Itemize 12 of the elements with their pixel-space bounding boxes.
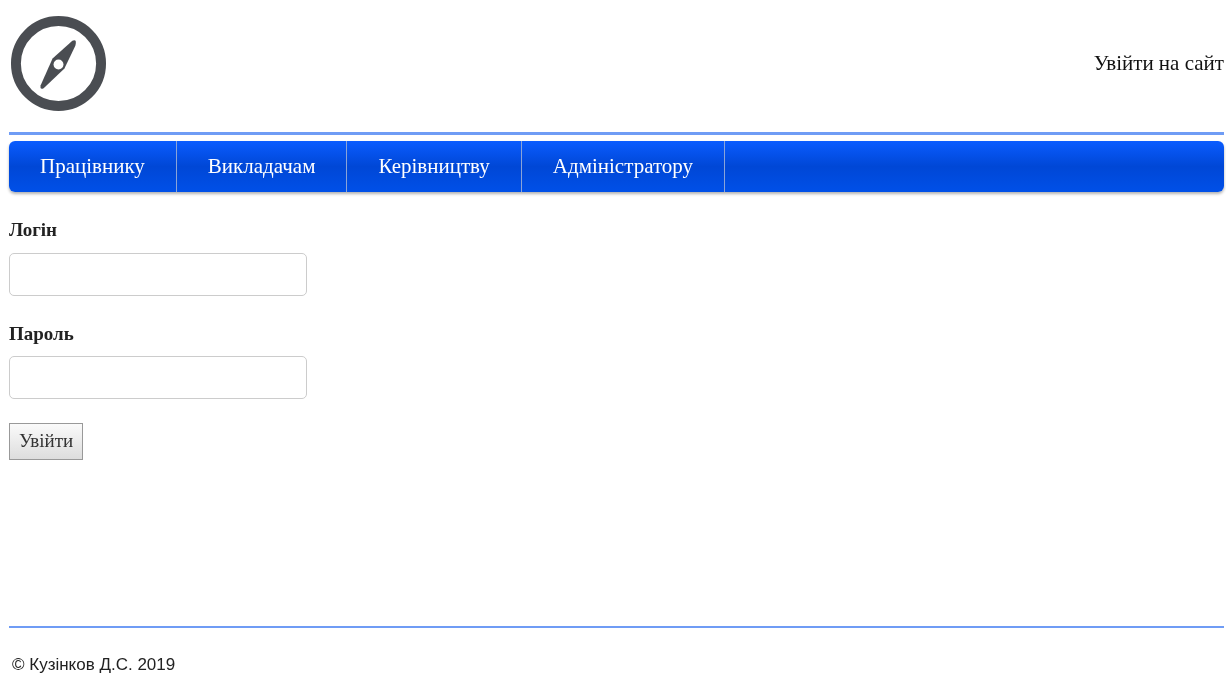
nav-link[interactable]: Викладачам	[176, 141, 348, 192]
field-label: Пароль	[9, 321, 75, 346]
input-field[interactable]	[9, 356, 307, 399]
compass-icon	[9, 14, 108, 113]
nav-link[interactable]: Адміністратору	[521, 141, 726, 192]
nav-link[interactable]: Керівництву	[347, 141, 522, 192]
copyright-text: © Кузінков Д.С. 2019	[11, 653, 177, 676]
input-field[interactable]	[9, 252, 307, 296]
field-label: Логін	[9, 218, 59, 242]
login-link[interactable]: Увійти на сайт	[1093, 47, 1224, 80]
nav-link[interactable]: Працівнику	[9, 141, 177, 192]
submit-button[interactable]: Увійти	[9, 423, 84, 460]
